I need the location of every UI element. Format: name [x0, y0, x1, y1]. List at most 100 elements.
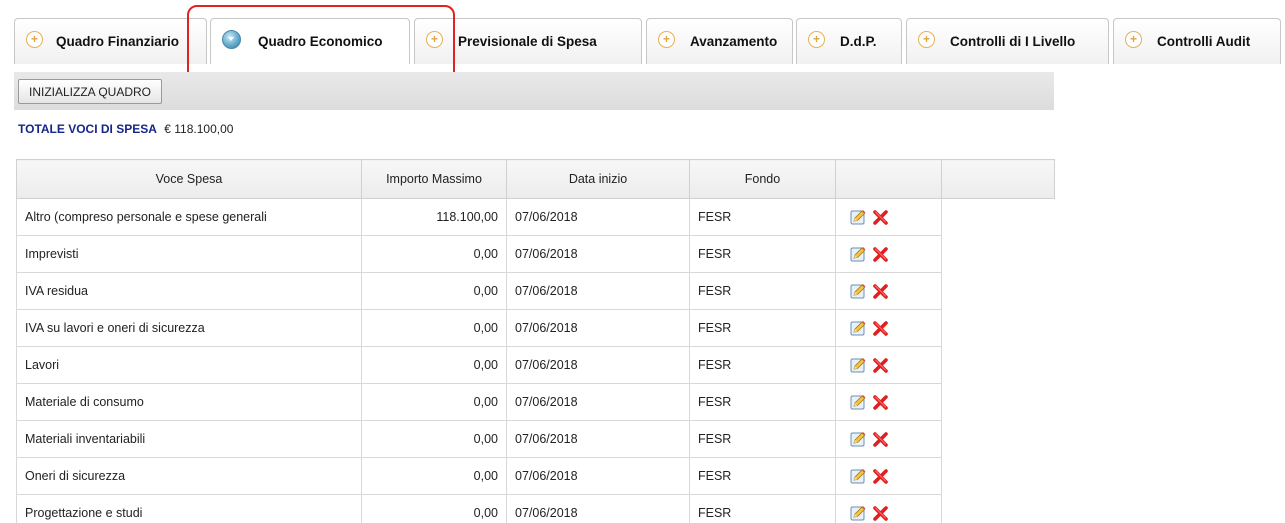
cell-importo-massimo: 0,00	[361, 420, 507, 458]
header-extra	[941, 159, 1055, 199]
cell-actions	[835, 235, 942, 273]
panel-toolbar: INIZIALIZZA QUADRO	[14, 72, 1054, 110]
header-voce-spesa[interactable]: Voce Spesa	[16, 159, 362, 199]
table-row[interactable]: Altro (compreso personale e spese genera…	[16, 198, 1055, 236]
cell-voce-spesa: Altro (compreso personale e spese genera…	[16, 198, 362, 236]
cell-importo-massimo: 0,00	[361, 457, 507, 495]
delete-icon[interactable]	[872, 283, 889, 300]
tab-controlli-i-livello[interactable]: + Controlli di I Livello	[906, 18, 1109, 64]
cell-voce-spesa: IVA residua	[16, 272, 362, 310]
table-row[interactable]: IVA residua 0,00 07/06/2018 FESR	[16, 272, 1055, 310]
edit-icon[interactable]	[850, 431, 867, 448]
cell-actions	[835, 494, 942, 523]
plus-icon: +	[1125, 31, 1142, 48]
edit-icon[interactable]	[850, 468, 867, 485]
tab-label: D.d.P.	[840, 34, 877, 49]
cell-actions	[835, 346, 942, 384]
delete-icon[interactable]	[872, 320, 889, 337]
cell-data-inizio: 07/06/2018	[506, 309, 690, 347]
initialize-button[interactable]: INIZIALIZZA QUADRO	[18, 79, 163, 104]
collapse-icon	[222, 30, 241, 49]
cell-data-inizio: 07/06/2018	[506, 235, 690, 273]
cell-data-inizio: 07/06/2018	[506, 457, 690, 495]
tab-avanzamento[interactable]: + Avanzamento	[646, 18, 793, 64]
cell-empty	[942, 458, 1055, 495]
header-actions	[835, 159, 942, 199]
cell-data-inizio: 07/06/2018	[506, 272, 690, 310]
cell-importo-massimo: 0,00	[361, 383, 507, 421]
cell-actions	[835, 272, 942, 310]
edit-icon[interactable]	[850, 283, 867, 300]
header-fondo[interactable]: Fondo	[689, 159, 836, 199]
plus-icon: +	[426, 31, 443, 48]
cell-empty	[942, 236, 1055, 273]
cell-empty	[942, 495, 1055, 523]
delete-icon[interactable]	[872, 209, 889, 226]
edit-icon[interactable]	[850, 246, 867, 263]
delete-icon[interactable]	[872, 246, 889, 263]
page-root: + Quadro Finanziario Quadro Economico + …	[0, 0, 1285, 523]
edit-icon[interactable]	[850, 394, 867, 411]
edit-icon[interactable]	[850, 320, 867, 337]
table-row[interactable]: Lavori 0,00 07/06/2018 FESR	[16, 346, 1055, 384]
cell-actions	[835, 198, 942, 236]
header-importo-massimo[interactable]: Importo Massimo	[361, 159, 507, 199]
tab-label: Previsionale di Spesa	[458, 34, 597, 49]
cell-importo-massimo: 0,00	[361, 235, 507, 273]
cell-empty	[942, 310, 1055, 347]
table-row[interactable]: Progettazione e studi 0,00 07/06/2018 FESR	[16, 494, 1055, 523]
expense-table: Voce Spesa Importo Massimo Data inizio F…	[16, 159, 1055, 523]
cell-fondo: FESR	[689, 198, 836, 236]
cell-empty	[942, 384, 1055, 421]
plus-icon: +	[26, 31, 43, 48]
cell-fondo: FESR	[689, 235, 836, 273]
cell-data-inizio: 07/06/2018	[506, 494, 690, 523]
table-row[interactable]: Oneri di sicurezza 0,00 07/06/2018 FESR	[16, 457, 1055, 495]
totals-value: € 118.100,00	[164, 122, 234, 136]
cell-empty	[942, 273, 1055, 310]
edit-icon[interactable]	[850, 209, 867, 226]
cell-empty	[942, 421, 1055, 458]
delete-icon[interactable]	[872, 468, 889, 485]
cell-importo-massimo: 0,00	[361, 272, 507, 310]
table-row[interactable]: Imprevisti 0,00 07/06/2018 FESR	[16, 235, 1055, 273]
cell-actions	[835, 309, 942, 347]
cell-empty	[942, 347, 1055, 384]
tab-ddp[interactable]: + D.d.P.	[796, 18, 902, 64]
table-row[interactable]: Materiali inventariabili 0,00 07/06/2018 FE…	[16, 420, 1055, 458]
table-row[interactable]: IVA su lavori e oneri di sicurezza 0,00 07…	[16, 309, 1055, 347]
cell-voce-spesa: Oneri di sicurezza	[16, 457, 362, 495]
delete-icon[interactable]	[872, 357, 889, 374]
cell-voce-spesa: Materiale di consumo	[16, 383, 362, 421]
tab-previsionale-di-spesa[interactable]: + Previsionale di Spesa	[414, 18, 642, 64]
cell-importo-massimo: 118.100,00	[361, 198, 507, 236]
tab-label: Avanzamento	[690, 34, 778, 49]
delete-icon[interactable]	[872, 505, 889, 522]
cell-fondo: FESR	[689, 346, 836, 384]
tab-label: Controlli di I Livello	[950, 34, 1076, 49]
cell-voce-spesa: Materiali inventariabili	[16, 420, 362, 458]
cell-voce-spesa: Lavori	[16, 346, 362, 384]
edit-icon[interactable]	[850, 505, 867, 522]
cell-fondo: FESR	[689, 383, 836, 421]
tab-label: Controlli Audit	[1157, 34, 1251, 49]
tab-controlli-audit[interactable]: + Controlli Audit	[1113, 18, 1281, 64]
delete-icon[interactable]	[872, 394, 889, 411]
table-body: Altro (compreso personale e spese genera…	[16, 198, 1055, 523]
delete-icon[interactable]	[872, 431, 889, 448]
cell-fondo: FESR	[689, 272, 836, 310]
cell-actions	[835, 457, 942, 495]
cell-empty	[942, 199, 1055, 236]
edit-icon[interactable]	[850, 357, 867, 374]
cell-fondo: FESR	[689, 457, 836, 495]
tab-label: Quadro Economico	[258, 34, 383, 49]
header-data-inizio[interactable]: Data inizio	[506, 159, 690, 199]
table-row[interactable]: Materiale di consumo 0,00 07/06/2018 FESR	[16, 383, 1055, 421]
totals-label: TOTALE VOCI DI SPESA	[18, 122, 157, 136]
cell-fondo: FESR	[689, 309, 836, 347]
tab-quadro-economico[interactable]: Quadro Economico	[210, 18, 410, 64]
tab-quadro-finanziario[interactable]: + Quadro Finanziario	[14, 18, 207, 64]
cell-importo-massimo: 0,00	[361, 309, 507, 347]
tab-label: Quadro Finanziario	[56, 34, 180, 49]
cell-data-inizio: 07/06/2018	[506, 420, 690, 458]
